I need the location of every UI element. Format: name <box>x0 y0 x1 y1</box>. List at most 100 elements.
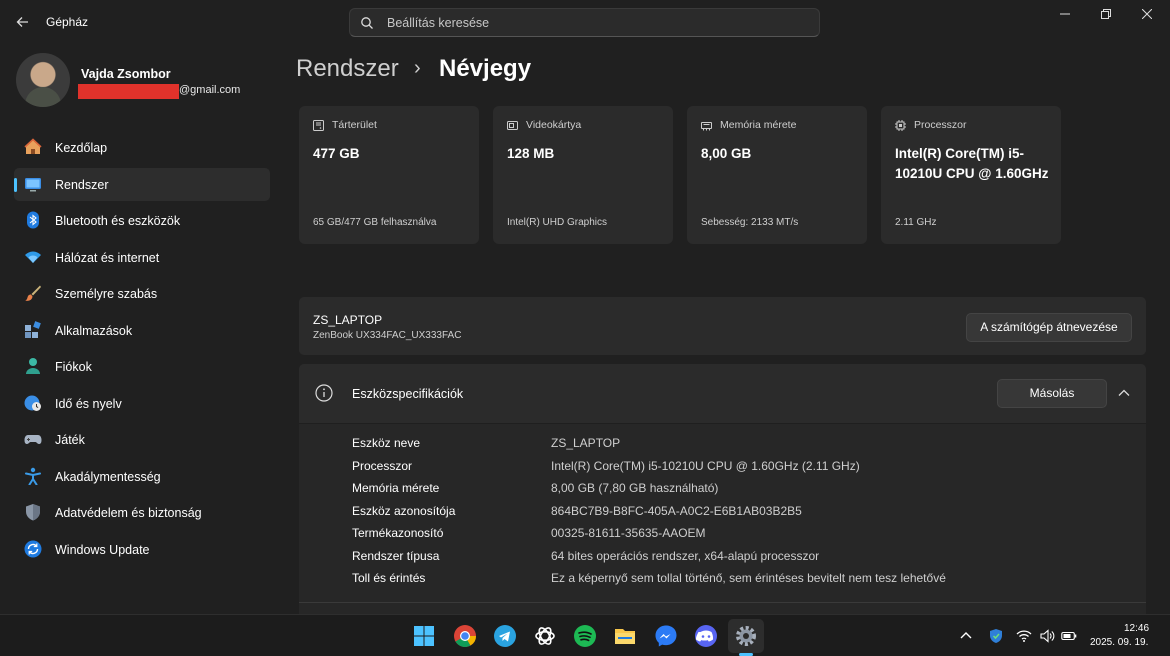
sidebar-item-label: Játék <box>55 433 85 447</box>
sidebar-item-label: Rendszer <box>55 177 109 192</box>
user-email: @gmail.com <box>179 84 241 96</box>
wifi-icon[interactable] <box>1016 628 1032 644</box>
breadcrumb-separator: › <box>414 57 421 79</box>
card-title: Memória mérete <box>720 119 797 131</box>
card-title: Tárterület <box>332 119 377 131</box>
copy-button[interactable]: Másolás <box>997 379 1107 408</box>
sidebar-item-bluetooth[interactable]: Bluetooth és eszközök <box>14 204 270 237</box>
rename-pc-button[interactable]: A számítógép átnevezése <box>966 313 1132 342</box>
sidebar-item-label: Idő és nyelv <box>55 396 122 411</box>
redaction-bar <box>78 84 179 99</box>
device-name-panel: ZS_LAPTOP ZenBook UX334FAC_UX333FAC A sz… <box>299 297 1146 355</box>
globe-clock-icon <box>24 395 41 411</box>
security-shield-icon[interactable] <box>988 628 1004 644</box>
card-subtext: 2.11 GHz <box>895 217 937 228</box>
gpu-card[interactable]: Videokártya 128 MB Intel(R) UHD Graphics <box>493 106 673 244</box>
sidebar-item-system[interactable]: Rendszer <box>14 167 270 201</box>
card-value: 477 GB <box>313 146 360 161</box>
chevron-up-icon[interactable] <box>1117 386 1131 400</box>
spec-value: 8,00 GB (7,80 GB használható) <box>551 481 719 495</box>
storage-icon <box>313 120 324 131</box>
sidebar-item-apps[interactable]: Alkalmazások <box>14 314 270 347</box>
divider <box>299 602 1146 603</box>
sidebar-item-label: Bluetooth és eszközök <box>55 214 181 228</box>
brush-icon <box>25 285 41 301</box>
spec-value: Ez a képernyő sem tollal történő, sem ér… <box>551 571 946 585</box>
storage-card[interactable]: Tárterület 477 GB 65 GB/477 GB felhaszná… <box>299 106 479 244</box>
card-value: Intel(R) Core(TM) i5-10210U CPU @ 1.60GH… <box>895 146 1049 181</box>
windows-start-icon[interactable] <box>412 624 436 648</box>
spotify-icon[interactable] <box>573 624 597 648</box>
sidebar-item-time-language[interactable]: Idő és nyelv <box>14 387 270 420</box>
sidebar-item-label: Hálózat és internet <box>55 250 160 265</box>
sidebar-item-label: Adatvédelem és biztonság <box>55 506 202 520</box>
volume-icon[interactable] <box>1039 628 1055 644</box>
sidebar-item-windows-update[interactable]: Windows Update <box>14 533 270 566</box>
sidebar-item-label: Windows Update <box>55 542 150 557</box>
spec-key: Processzor <box>352 458 413 473</box>
spec-key: Rendszer típusa <box>352 548 440 563</box>
spec-value: Intel(R) Core(TM) i5-10210U CPU @ 1.60GH… <box>551 458 860 473</box>
wifi-icon <box>25 251 41 263</box>
chatgpt-icon[interactable] <box>533 624 557 648</box>
search-box[interactable] <box>349 8 820 37</box>
spec-value: 64 bites operációs rendszer, x64-alapú p… <box>551 548 820 563</box>
card-subtext: Intel(R) UHD Graphics <box>507 217 608 228</box>
sidebar-item-label: Alkalmazások <box>55 323 133 338</box>
battery-icon[interactable] <box>1061 628 1077 644</box>
specifications-header[interactable]: Eszközspecifikációk Másolás <box>299 364 1146 424</box>
settings-icon[interactable] <box>734 624 758 648</box>
chevron-up-icon[interactable] <box>958 628 974 644</box>
clock-date[interactable]: 2025. 09. 19. <box>1090 637 1148 648</box>
memory-card[interactable]: Memória mérete 8,00 GB Sebesség: 2133 MT… <box>687 106 867 244</box>
clock-time[interactable]: 12:46 <box>1124 623 1149 634</box>
sidebar-item-privacy[interactable]: Adatvédelem és biztonság <box>14 496 270 529</box>
update-icon <box>24 540 42 557</box>
card-value: 8,00 GB <box>701 146 752 161</box>
minimize-button[interactable] <box>1045 4 1085 26</box>
maximize-button[interactable] <box>1086 4 1126 26</box>
app-title: Gépház <box>46 15 89 29</box>
back-arrow-icon[interactable] <box>12 11 34 33</box>
sidebar-item-home[interactable]: Kezdőlap <box>14 131 270 164</box>
search-input[interactable] <box>387 13 807 33</box>
sidebar-item-network[interactable]: Hálózat és internet <box>14 241 270 274</box>
sidebar-item-label: Fiókok <box>55 360 92 374</box>
page-title: Névjegy <box>439 55 532 82</box>
device-specifications-section: Eszközspecifikációk Másolás Eszköz neve … <box>299 364 1146 614</box>
sidebar-item-gaming[interactable]: Játék <box>14 423 270 456</box>
processor-card[interactable]: Processzor Intel(R) Core(TM) i5-10210U C… <box>881 106 1061 244</box>
card-title: Videokártya <box>526 119 582 131</box>
chrome-icon[interactable] <box>453 624 477 648</box>
user-profile[interactable]: Vajda Zsombor @gmail.com <box>16 53 276 109</box>
bluetooth-icon <box>27 211 39 229</box>
sidebar-item-personalization[interactable]: Személyre szabás <box>14 277 270 310</box>
accessibility-icon <box>25 467 41 485</box>
sidebar-item-accessibility[interactable]: Akadálymentesség <box>14 460 270 493</box>
title-bar: Gépház <box>0 0 1170 44</box>
device-name: ZS_LAPTOP <box>313 313 383 327</box>
search-icon <box>361 17 373 29</box>
discord-icon[interactable] <box>694 624 718 648</box>
apps-icon <box>25 320 41 338</box>
sidebar-item-label: Személyre szabás <box>55 287 158 301</box>
spec-value: 00325-81611-35635-AAOEM <box>551 526 706 540</box>
shield-icon <box>26 504 40 521</box>
user-name: Vajda Zsombor <box>81 67 171 81</box>
spec-key: Eszköz azonosítója <box>352 503 456 518</box>
sidebar-nav: Kezdőlap Rendszer Bluetooth és eszközök … <box>14 131 270 569</box>
system-icon <box>25 177 41 191</box>
file-explorer-icon[interactable] <box>613 624 637 648</box>
telegram-icon[interactable] <box>493 624 517 648</box>
device-model: ZenBook UX334FAC_UX333FAC <box>313 330 462 341</box>
spec-key: Memória mérete <box>352 481 440 495</box>
messenger-icon[interactable] <box>654 624 678 648</box>
breadcrumb-parent[interactable]: Rendszer <box>296 55 399 83</box>
sidebar-item-accounts[interactable]: Fiókok <box>14 350 270 383</box>
close-button[interactable] <box>1127 4 1167 26</box>
spec-value: ZS_LAPTOP <box>551 436 621 450</box>
spec-key: Toll és érintés <box>352 571 426 585</box>
sidebar-item-label: Kezdőlap <box>55 141 108 155</box>
card-title: Processzor <box>914 119 967 131</box>
home-icon <box>24 138 42 154</box>
